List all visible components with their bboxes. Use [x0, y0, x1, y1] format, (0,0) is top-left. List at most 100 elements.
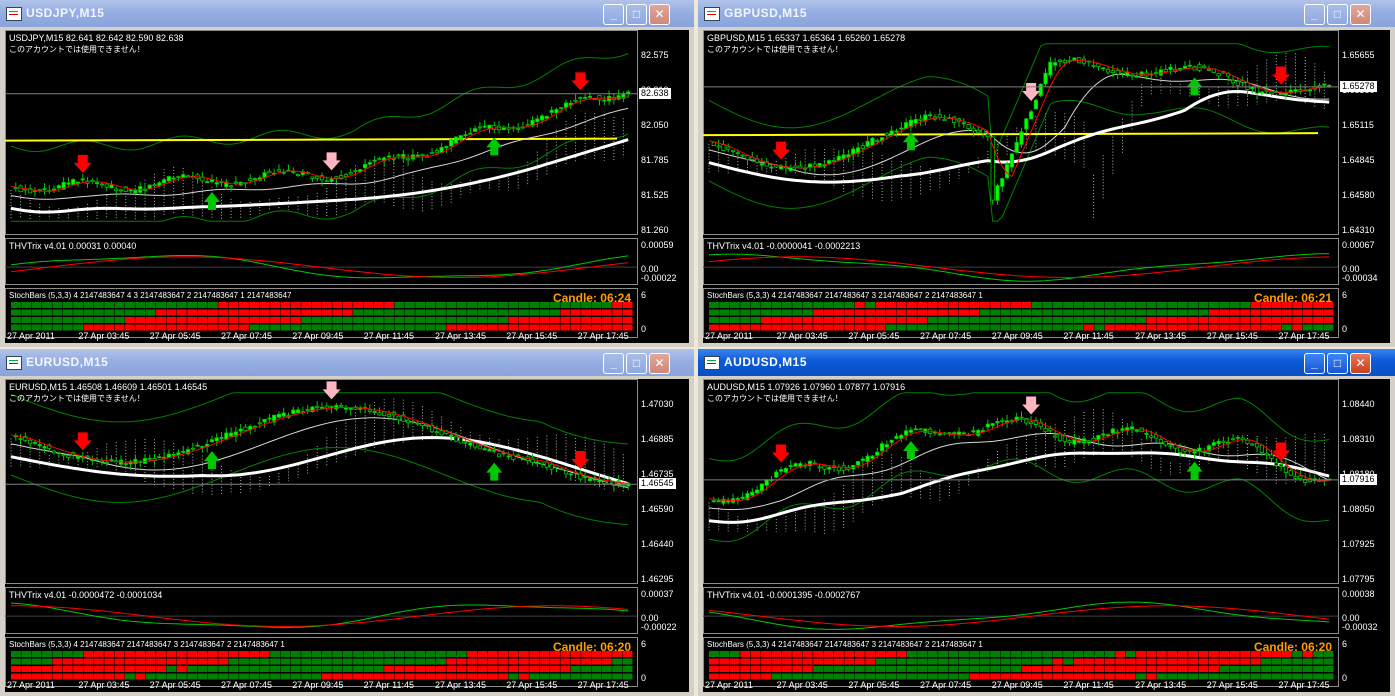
time-axis-label: 27 Apr 13:45: [1135, 680, 1187, 690]
current-price-tag: 1.65278: [1340, 80, 1377, 92]
chart-area[interactable]: GBPUSD,M15 1.65337 1.65364 1.65260 1.652…: [703, 30, 1390, 343]
indicator-scale-label: 0.00059: [641, 240, 674, 250]
stoch-scale-label: 6: [1342, 290, 1348, 300]
time-axis-label: 27 Apr 09:45: [292, 680, 344, 690]
time-axis-label: 27 Apr 09:45: [991, 680, 1043, 690]
time-axis-label: 27 Apr 11:45: [1063, 680, 1114, 690]
main-price-pane: [5, 379, 638, 584]
minimize-icon: _: [1311, 356, 1318, 370]
trix-indicator-label: THVTrix v4.01 -0.0000472 -0.0001034: [9, 590, 163, 600]
indicator-scale-label: -0.00022: [641, 621, 677, 632]
chart-window-gbpusd[interactable]: GBPUSD,M15 _ □ ✕ GBPUSD,M15 1.65337 1.65364 …: [698, 0, 1395, 347]
price-scale-label: 1.47030: [641, 399, 674, 409]
chart-area[interactable]: USDJPY,M15 82.641 82.642 82.590 82.638 この…: [5, 30, 689, 343]
time-axis-label: 27 Apr 05:45: [149, 331, 201, 341]
stoch-scale-label: 0: [641, 324, 647, 334]
close-button[interactable]: ✕: [649, 353, 670, 374]
title-bar[interactable]: EURUSD,M15 _ □ ✕: [0, 349, 694, 376]
time-axis-label: 27 Apr 13:45: [434, 680, 486, 690]
minimize-icon: _: [610, 356, 617, 370]
maximize-button[interactable]: □: [626, 353, 647, 374]
title-bar[interactable]: USDJPY,M15 _ □ ✕: [0, 0, 694, 27]
time-axis-label: 27 Apr 2011: [7, 680, 55, 690]
candle-timer: Candle: 06:24: [552, 291, 631, 305]
close-icon: ✕: [1355, 356, 1366, 370]
maximize-button[interactable]: □: [1327, 353, 1348, 374]
close-icon: ✕: [654, 356, 665, 370]
candle-timer: Candle: 06:20: [552, 640, 631, 654]
price-scale-label: 1.46295: [641, 574, 674, 584]
time-axis-label: 27 Apr 13:45: [1135, 331, 1187, 341]
time-axis-label: 27 Apr 09:45: [991, 331, 1043, 341]
indicator-scale-label: -0.00032: [1342, 621, 1378, 632]
stochbars-label: StochBars (5,3,3) 4 2147483647 214748364…: [707, 291, 983, 300]
trix-indicator-label: THVTrix v4.01 -0.0000041 -0.0002213: [707, 241, 861, 251]
maximize-button[interactable]: □: [1327, 4, 1348, 25]
price-scale-label: 1.08310: [1342, 434, 1375, 444]
close-icon: ✕: [654, 7, 665, 21]
close-icon: ✕: [1355, 7, 1366, 21]
window-title: AUDUSD,M15: [724, 355, 808, 369]
maximize-icon: □: [632, 7, 641, 21]
indicator-scale-label: 0.00037: [641, 589, 674, 599]
price-scale-label: 1.46440: [641, 539, 674, 549]
minimize-button[interactable]: _: [1304, 353, 1325, 374]
time-axis-label: 27 Apr 11:45: [1063, 331, 1114, 341]
time-axis-label: 27 Apr 09:45: [292, 331, 344, 341]
account-notice: このアカウントでは使用できません！: [9, 45, 145, 54]
minimize-button[interactable]: _: [603, 353, 624, 374]
minimize-icon: _: [1311, 7, 1318, 21]
time-axis-label: 27 Apr 2011: [705, 680, 753, 690]
chart-window-usdjpy[interactable]: USDJPY,M15 _ □ ✕ USDJPY,M15 82.641 82.642 82…: [0, 0, 694, 347]
close-button[interactable]: ✕: [1350, 353, 1371, 374]
chart-window-icon: [6, 356, 22, 370]
time-axis-label: 27 Apr 17:45: [1278, 680, 1330, 690]
chart-window-audusd[interactable]: AUDUSD,M15 _ □ ✕ AUDUSD,M15 1.07926 1.07960 …: [698, 349, 1395, 696]
stochbars-label: StochBars (5,3,3) 4 2147483647 214748364…: [707, 640, 983, 649]
main-price-pane: [703, 30, 1339, 235]
title-bar[interactable]: AUDUSD,M15 _ □ ✕: [698, 349, 1395, 376]
main-price-pane: [703, 379, 1339, 584]
main-price-pane: [5, 30, 638, 235]
window-title: EURUSD,M15: [26, 355, 109, 369]
title-bar[interactable]: GBPUSD,M15 _ □ ✕: [698, 0, 1395, 27]
maximize-icon: □: [1333, 7, 1342, 21]
stoch-scale-label: 0: [1342, 324, 1348, 334]
time-axis-label: 27 Apr 07:45: [920, 331, 972, 341]
time-axis-label: 27 Apr 05:45: [848, 331, 900, 341]
symbol-ohlc-readout: GBPUSD,M15 1.65337 1.65364 1.65260 1.652…: [707, 33, 906, 43]
time-axis-label: 27 Apr 2011: [7, 331, 55, 341]
symbol-ohlc-readout: USDJPY,M15 82.641 82.642 82.590 82.638: [9, 33, 184, 43]
trix-indicator-label: THVTrix v4.01 0.00031 0.00040: [9, 241, 137, 251]
maximize-button[interactable]: □: [626, 4, 647, 25]
time-axis-label: 27 Apr 05:45: [149, 680, 201, 690]
price-scale-label: 1.08050: [1342, 504, 1375, 514]
close-button[interactable]: ✕: [1350, 4, 1371, 25]
price-scale-label: 1.08440: [1342, 399, 1375, 409]
chart-window-icon: [704, 7, 720, 21]
stoch-scale-label: 0: [641, 673, 647, 683]
time-axis-label: 27 Apr 07:45: [220, 331, 273, 341]
indicator-scale-label: 0.00067: [1342, 240, 1375, 250]
trix-indicator-label: THVTrix v4.01 -0.0001395 -0.0002767: [707, 590, 861, 600]
time-axis-label: 27 Apr 17:45: [1278, 331, 1330, 341]
indicator-scale-label: -0.00034: [1342, 272, 1378, 283]
account-notice: このアカウントでは使用できません！: [707, 394, 843, 403]
chart-window-eurusd[interactable]: EURUSD,M15 _ □ ✕ EURUSD,M15 1.46508 1.46609 …: [0, 349, 694, 696]
time-axis-label: 27 Apr 03:45: [776, 680, 828, 690]
price-scale-label: 1.64845: [1342, 155, 1375, 165]
account-notice: このアカウントでは使用できません！: [707, 45, 843, 54]
indicator-scale-label: 0.00038: [1342, 589, 1375, 599]
stochbars-label: StochBars (5,3,3) 4 2147483647 4 3 21474…: [9, 291, 292, 300]
stoch-scale-label: 6: [1342, 639, 1348, 649]
chart-area[interactable]: EURUSD,M15 1.46508 1.46609 1.46501 1.465…: [5, 379, 689, 692]
chart-area[interactable]: AUDUSD,M15 1.07926 1.07960 1.07877 1.079…: [703, 379, 1390, 692]
minimize-button[interactable]: _: [603, 4, 624, 25]
maximize-icon: □: [1333, 356, 1342, 370]
chart-window-icon: [6, 7, 22, 21]
candle-timer: Candle: 06:20: [1253, 640, 1332, 654]
price-scale-label: 1.07925: [1342, 539, 1375, 549]
minimize-button[interactable]: _: [1304, 4, 1325, 25]
close-button[interactable]: ✕: [649, 4, 670, 25]
current-price-tag: 82.638: [639, 87, 671, 99]
